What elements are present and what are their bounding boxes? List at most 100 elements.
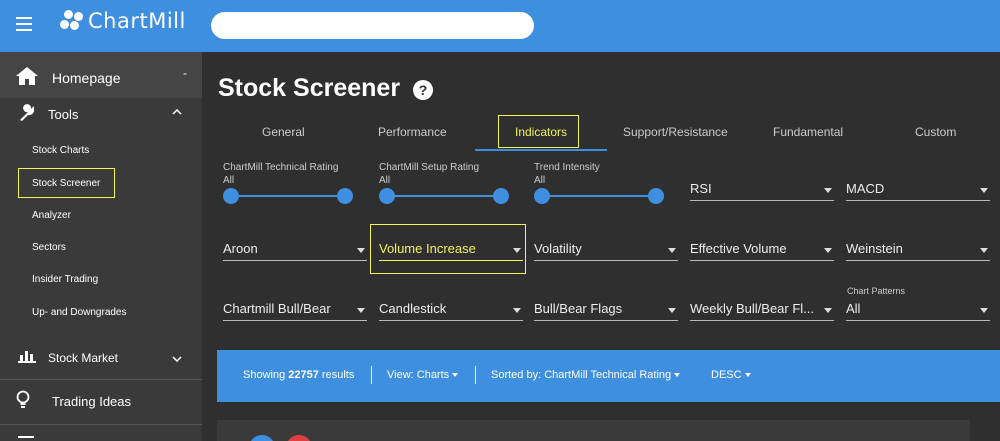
sort-label: Sorted by: ChartMill Technical Rating [491, 369, 672, 381]
caret-down-icon [452, 373, 459, 378]
collapse-icon[interactable]: - [183, 66, 187, 80]
caret-down-icon [674, 373, 681, 378]
tab-custom[interactable]: Custom [915, 125, 956, 139]
caret-down-icon [513, 248, 521, 253]
sidebar-item-stock-screener[interactable]: Stock Screener [32, 178, 100, 189]
sidebar-item-label: Tools [48, 107, 79, 122]
volume-increase-dropdown[interactable]: Volume Increase [379, 241, 523, 261]
view-label: View: Charts [387, 369, 450, 381]
macd-dropdown[interactable]: MACD [846, 181, 990, 201]
results-suffix: results [321, 369, 355, 381]
rsi-dropdown[interactable]: RSI [690, 181, 834, 201]
chartmill-bull-bear-dropdown[interactable]: Chartmill Bull/Bear [223, 301, 367, 321]
separator [475, 366, 476, 384]
lightbulb-icon [16, 390, 30, 408]
dropdown-value: Effective Volume [690, 241, 787, 256]
chartmill-logo[interactable]: ChartMill [60, 8, 186, 34]
effective-volume-dropdown[interactable]: Effective Volume [690, 241, 834, 261]
home-icon [16, 67, 38, 85]
tab-performance[interactable]: Performance [378, 125, 447, 139]
weekly-bull-bear-flags-dropdown[interactable]: Weekly Bull/Bear Fl... [690, 301, 834, 321]
volatility-dropdown[interactable]: Volatility [534, 241, 678, 261]
slider-value: All [534, 175, 546, 186]
slider-label: Trend Intensity [534, 162, 600, 173]
slider-max-handle[interactable] [648, 188, 664, 204]
active-tab-underline [475, 149, 607, 151]
dropdown-value: Volume Increase [379, 241, 476, 256]
chevron-down-icon [172, 356, 182, 362]
dropdown-value: Volatility [534, 241, 582, 256]
sidebar-item-up-downgrades[interactable]: Up- and Downgrades [32, 307, 127, 318]
caret-down-icon [980, 188, 988, 193]
slider-track [386, 195, 502, 197]
sidebar-item-label: Stock Market [48, 351, 119, 365]
caret-down-icon [980, 248, 988, 253]
sidebar-item-sectors[interactable]: Sectors [32, 242, 66, 253]
tab-fundamental[interactable]: Fundamental [773, 125, 843, 139]
sidebar-item-homepage[interactable]: Homepage - [0, 52, 202, 98]
slider-min-handle[interactable] [223, 188, 239, 204]
order-label: DESC [711, 369, 742, 381]
slider-value: All [223, 175, 235, 186]
slider-value: All [379, 175, 391, 186]
slider-trend-intensity[interactable]: Trend Intensity All [534, 160, 665, 206]
caret-down-icon [824, 308, 832, 313]
dropdown-value: Chartmill Bull/Bear [223, 301, 331, 316]
slider-label: ChartMill Setup Rating [379, 162, 480, 173]
sidebar-item-label: Homepage [52, 70, 121, 86]
dropdown-value: All [846, 301, 861, 316]
results-prefix: Showing [243, 369, 286, 381]
help-icon[interactable]: ? [413, 80, 433, 100]
sidebar-item-stock-charts[interactable]: Stock Charts [32, 145, 89, 156]
sidebar: Homepage - Tools Stock Charts Stock Scre… [0, 52, 202, 441]
sidebar-item-tools[interactable]: Tools [0, 98, 202, 128]
caret-down-icon [824, 248, 832, 253]
tab-support-resistance[interactable]: Support/Resistance [623, 125, 728, 139]
sidebar-item-trading-ideas[interactable]: Trading Ideas [0, 382, 202, 420]
bar-chart-icon [18, 351, 36, 363]
sort-dropdown[interactable]: Sorted by: ChartMill Technical Rating [491, 369, 681, 381]
caret-down-icon [824, 188, 832, 193]
slider-setup-rating[interactable]: ChartMill Setup Rating All [379, 160, 510, 206]
slider-max-handle[interactable] [337, 188, 353, 204]
results-count: Showing 22757 results [243, 369, 354, 381]
slider-technical-rating[interactable]: ChartMill Technical Rating All [223, 160, 354, 206]
aroon-dropdown[interactable]: Aroon [223, 241, 367, 261]
results-bar: Showing 22757 results View: Charts Sorte… [217, 350, 1000, 402]
view-dropdown[interactable]: View: Charts [387, 369, 459, 381]
dropdown-value: Candlestick [379, 301, 447, 316]
dropdown-value: Bull/Bear Flags [534, 301, 623, 316]
sidebar-item-stock-market[interactable]: Stock Market [0, 340, 202, 374]
logo-text: ChartMill [88, 9, 186, 33]
slider-max-handle[interactable] [493, 188, 509, 204]
weinstein-dropdown[interactable]: Weinstein [846, 241, 990, 261]
chart-patterns-dropdown[interactable]: All [846, 301, 990, 321]
caret-down-icon [980, 308, 988, 313]
search-input[interactable] [211, 12, 534, 39]
sidebar-item-label: Trading Ideas [52, 394, 132, 409]
tab-indicators[interactable]: Indicators [515, 125, 567, 139]
caret-down-icon [744, 373, 751, 378]
dropdown-value: RSI [690, 181, 712, 196]
order-dropdown[interactable]: DESC [711, 369, 751, 381]
logo-icon [60, 8, 86, 34]
tab-general[interactable]: General [262, 125, 305, 139]
result-card [217, 420, 970, 441]
slider-min-handle[interactable] [379, 188, 395, 204]
caret-down-icon [357, 308, 365, 313]
slider-label: ChartMill Technical Rating [223, 162, 339, 173]
chevron-up-icon [172, 109, 182, 115]
top-bar: ChartMill [0, 0, 1000, 52]
menu-icon[interactable] [16, 17, 32, 31]
sidebar-item-analyzer[interactable]: Analyzer [32, 210, 71, 221]
bull-bear-flags-dropdown[interactable]: Bull/Bear Flags [534, 301, 678, 321]
dropdown-value: Weinstein [846, 241, 903, 256]
sidebar-divider [0, 379, 202, 380]
main-content: Stock Screener ? General Performance Ind… [202, 52, 1000, 441]
sidebar-item-insider-trading[interactable]: Insider Trading [32, 274, 98, 285]
candlestick-dropdown[interactable]: Candlestick [379, 301, 523, 321]
chart-patterns-label: Chart Patterns [847, 286, 906, 296]
caret-down-icon [513, 308, 521, 313]
slider-track [541, 195, 657, 197]
slider-min-handle[interactable] [534, 188, 550, 204]
